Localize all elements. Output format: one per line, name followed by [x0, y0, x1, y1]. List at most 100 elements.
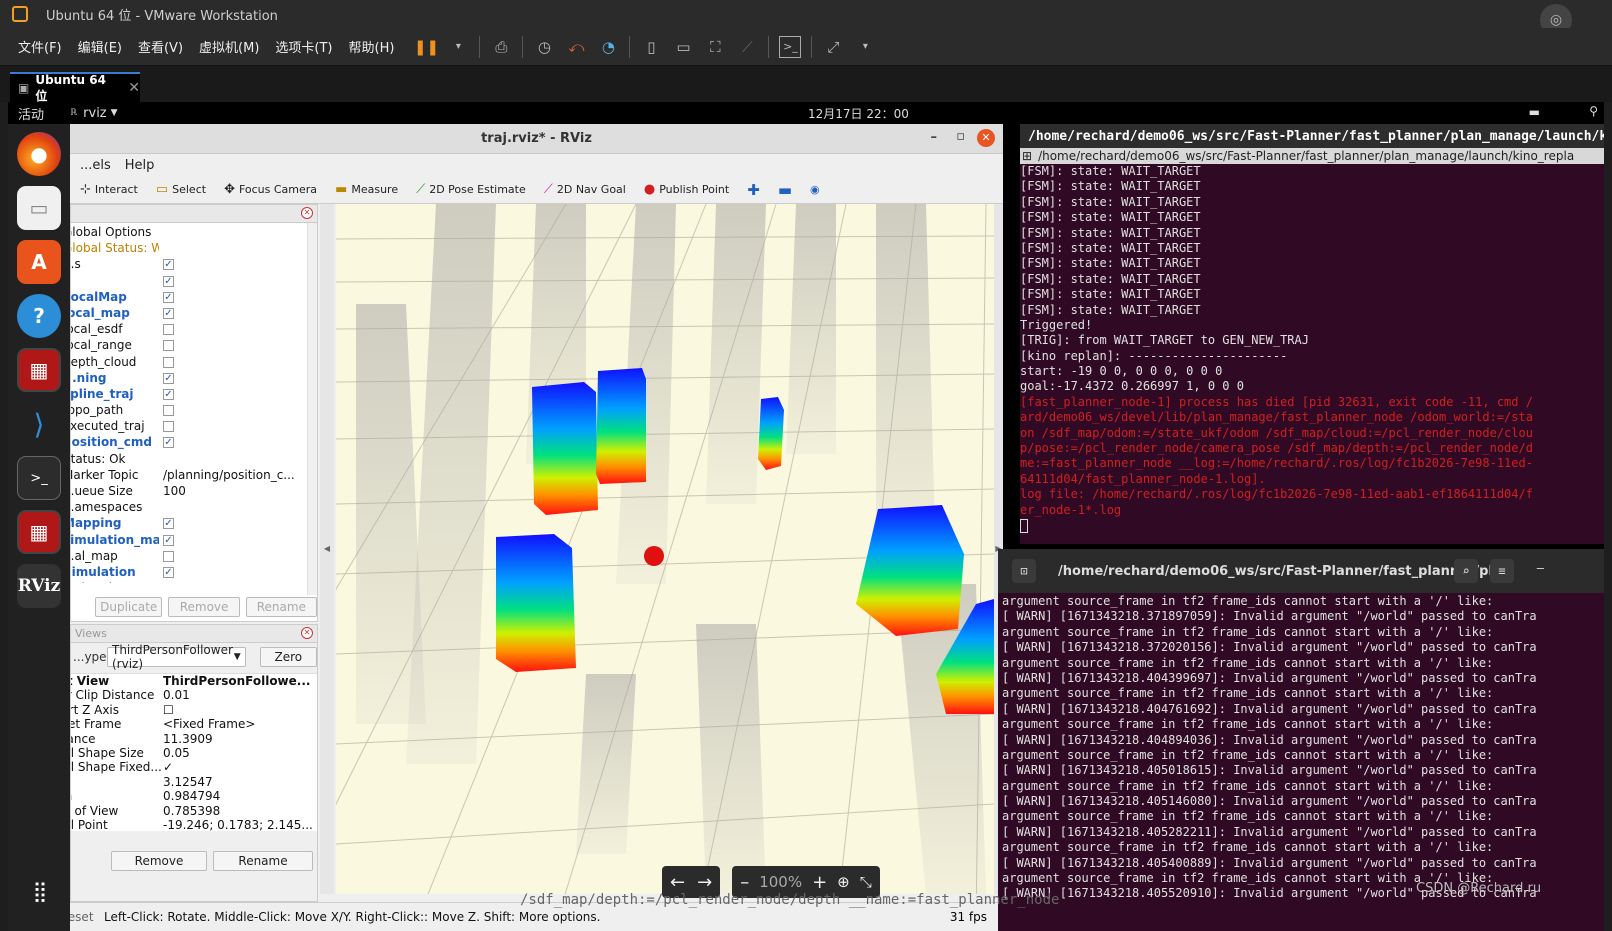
display-item[interactable]: spline_traj ✓ — [71, 387, 317, 403]
rviz-dock-icon[interactable]: RViz — [17, 564, 61, 608]
display-item[interactable]: ...amespaces — [71, 500, 317, 516]
display-checkbox[interactable]: ✓ — [163, 307, 174, 319]
3d-viewport[interactable] — [336, 204, 994, 894]
display-item[interactable]: topo_path — [71, 403, 317, 419]
terminal-window-2[interactable]: ⊡ /home/rechard/demo06_ws/src/Fast-Plann… — [998, 549, 1604, 931]
help-icon[interactable]: ? — [17, 294, 61, 338]
terminal-title[interactable]: /home/rechard/demo06_ws/src/Fast-Planner… — [1020, 124, 1604, 148]
close-icon[interactable]: ✕ — [128, 80, 140, 96]
terminal-icon[interactable]: >_ — [17, 456, 61, 500]
display-checkbox[interactable]: ✓ — [163, 518, 174, 530]
menu-help[interactable]: 帮助(H) — [349, 37, 395, 56]
menu-tabs[interactable]: 选项卡(T) — [275, 37, 332, 56]
maximize-icon[interactable]: ▫ — [956, 129, 965, 144]
display-item[interactable]: position_cmd ✓ — [71, 435, 317, 451]
display-checkbox[interactable]: ✓ — [163, 372, 174, 384]
chevron-down-icon[interactable]: ▾ — [854, 36, 876, 58]
app-menu[interactable]: rviz — [83, 106, 106, 121]
reset-button[interactable]: Reset — [70, 910, 104, 924]
view-property-row[interactable]: Near Clip Distance 0.01 — [71, 688, 317, 702]
display-item[interactable]: simulation_map ✓ — [71, 533, 317, 549]
duplicate-button[interactable]: Duplicate — [95, 597, 163, 617]
accessibility-icon[interactable]: ⚲ — [1589, 104, 1598, 118]
unity-icon[interactable]: ⟋ — [736, 36, 758, 58]
view-property-row[interactable]: Field of View 0.785398 — [71, 804, 317, 818]
network-icon[interactable]: ▬ — [1529, 105, 1540, 119]
display-checkbox[interactable]: ✓ — [163, 275, 174, 287]
zoom-in-icon[interactable]: + — [812, 872, 827, 893]
display-item[interactable]: local_map ✓ — [71, 306, 317, 322]
scrollbar[interactable] — [307, 223, 317, 595]
firefox-icon[interactable]: ● — [17, 132, 61, 176]
display-checkbox[interactable] — [163, 324, 174, 336]
display-item[interactable]: local_esdf — [71, 322, 317, 338]
display-item[interactable]: Global Options — [71, 225, 317, 241]
close-icon[interactable]: ✕ — [977, 129, 995, 147]
app-red-icon[interactable]: ▦ — [17, 348, 61, 392]
chevron-down-icon[interactable]: ▾ — [447, 36, 469, 58]
snapshot-manager-icon[interactable]: ◔ — [597, 36, 619, 58]
menu-vm[interactable]: 虚拟机(M) — [199, 37, 259, 56]
back-arrow-icon[interactable]: ← — [670, 872, 685, 893]
display-item[interactable]: Status: Ok — [71, 452, 317, 468]
display-checkbox[interactable] — [163, 356, 174, 368]
display-item[interactable]: ...al_map — [71, 549, 317, 565]
exit-fullscreen-icon[interactable]: ⤡ — [860, 873, 872, 891]
display-item[interactable]: local_range — [71, 338, 317, 354]
tool-2d-nav-goal[interactable]: ⟋ 2D Nav Goal — [544, 182, 626, 197]
display-item[interactable]: LocalMap ✓ — [71, 290, 317, 306]
send-ctrl-alt-del-icon[interactable]: ⎙ — [490, 36, 512, 58]
tool-2d-pose-estimate[interactable]: ⟋ 2D Pose Estimate — [416, 182, 526, 197]
files-icon[interactable]: ▭ — [17, 186, 61, 230]
display-item[interactable]: executed_traj — [71, 419, 317, 435]
display-item[interactable]: Simulation ✓ — [71, 565, 317, 581]
tool-measure[interactable]: ▬ Measure — [335, 182, 398, 197]
display-checkbox[interactable] — [163, 421, 174, 433]
view-property-row[interactable]: Focal Point -19.246; 0.1783; 2.145... — [71, 818, 317, 831]
display-item[interactable]: depth_cloud — [71, 355, 317, 371]
display-checkbox[interactable]: ✓ — [163, 437, 174, 449]
tab-ubuntu[interactable]: ▣ Ubuntu 64 位 ✕ — [10, 72, 140, 103]
display-item[interactable]: Estimation — [71, 581, 317, 583]
thumbnail-icon[interactable]: ▭ — [672, 36, 694, 58]
tool-publish-point[interactable]: ● Publish Point — [644, 182, 729, 197]
display-checkbox[interactable]: ✓ — [163, 566, 174, 578]
close-icon[interactable]: ✕ — [301, 627, 313, 639]
rotate-icon[interactable]: ⊕ — [837, 873, 850, 891]
stretch-icon[interactable]: ⤢ — [822, 36, 844, 58]
zero-button[interactable]: Zero — [259, 647, 317, 667]
fullscreen-icon[interactable]: ⛶ — [704, 36, 726, 58]
clock[interactable]: 12月17日 22：00 — [808, 105, 909, 122]
search-icon[interactable]: ⌕ — [1454, 559, 1478, 583]
minimize-icon[interactable]: – — [931, 130, 938, 145]
tool-focus-camera[interactable]: ✥ Focus Camera — [224, 182, 317, 197]
tool-select[interactable]: ▭ Select — [156, 182, 206, 197]
hamburger-menu-icon[interactable]: ≡ — [1490, 559, 1514, 583]
zoom-out-icon[interactable]: – — [740, 872, 749, 893]
add-tool-button[interactable]: ✚ — [747, 181, 760, 199]
menu-help[interactable]: Help — [125, 158, 155, 173]
view-property-row[interactable]: Distance 11.3909 — [71, 732, 317, 746]
view-property-row[interactable]: Focal Shape Size 0.05 — [71, 746, 317, 760]
show-apps-icon[interactable]: ⣿ — [17, 869, 61, 913]
display-item[interactable]: ...s ✓ — [71, 257, 317, 273]
display-item[interactable]: ...ning ✓ — [71, 371, 317, 387]
display-checkbox[interactable] — [163, 550, 174, 562]
view-property-row[interactable]: Target Frame <Fixed Frame> — [71, 717, 317, 731]
vscode-icon[interactable]: ⟩ — [17, 402, 61, 446]
menu-view[interactable]: 查看(V) — [138, 37, 183, 56]
snapshot-icon[interactable]: ◷ — [533, 36, 555, 58]
display-item[interactable]: ...ueue Size 100 — [71, 484, 317, 500]
rename-display-button[interactable]: Rename — [245, 597, 317, 617]
view-property-row[interactable]: Yaw3.12547 — [71, 775, 317, 789]
remove-tool-button[interactable]: ▬ — [778, 181, 792, 199]
sidebar-toggle-icon[interactable]: ▯ — [640, 36, 662, 58]
display-checkbox[interactable]: ✓ — [163, 259, 174, 271]
display-checkbox[interactable] — [163, 405, 174, 417]
display-item[interactable]: Mapping ✓ — [71, 516, 317, 532]
close-icon[interactable]: ✕ — [301, 207, 313, 219]
rename-view-button[interactable]: Rename — [213, 851, 313, 871]
view-property-row[interactable]: Invert Z Axis ☐ — [71, 703, 317, 717]
display-checkbox[interactable] — [163, 340, 174, 352]
rviz-titlebar[interactable]: traj.rviz* - RViz – ▫ ✕ — [70, 124, 1003, 154]
